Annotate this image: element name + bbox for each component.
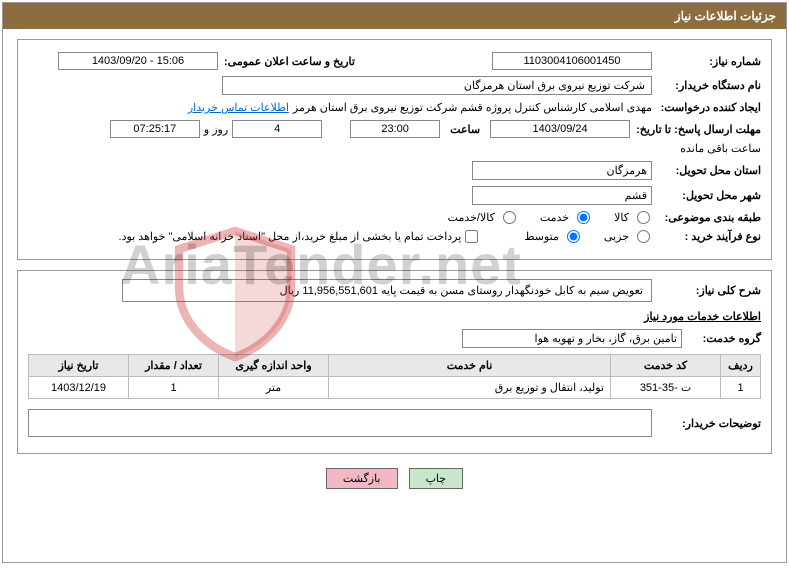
buy-type-label: نوع فرآیند خرید : (656, 230, 761, 243)
table-header-row: ردیف کد خدمت نام خدمت واحد اندازه گیری ت… (29, 355, 761, 377)
services-section-title: اطلاعات خدمات مورد نیاز (28, 310, 761, 323)
deadline-date-value: 1403/09/24 (490, 120, 630, 138)
province-value: هرمزگان (472, 161, 652, 180)
panel-header: جزئیات اطلاعات نیاز (3, 3, 786, 29)
requester-value: مهدی اسلامی کارشناس کنترل پروژه قشم شرکت… (293, 101, 652, 114)
city-value: قشم (472, 186, 652, 205)
contact-link[interactable]: اطلاعات تماس خریدار (188, 101, 289, 114)
table-row: 1 ت -35-351 تولید، انتقال و توزیع برق مت… (29, 377, 761, 399)
td-idx: 1 (721, 377, 761, 399)
cat-goods-radio[interactable] (637, 211, 650, 224)
overall-desc-box: تعویض سیم به کابل خودنگهدار روستای مسن ب… (122, 279, 652, 302)
td-code: ت -35-351 (611, 377, 721, 399)
cat-both-radio[interactable] (503, 211, 516, 224)
payment-checkbox[interactable] (465, 230, 478, 243)
service-group-label: گروه خدمت: (686, 332, 761, 345)
cat-goods-label: کالا (614, 211, 629, 224)
days-value: 4 (232, 120, 322, 138)
th-date: تاریخ نیاز (29, 355, 129, 377)
buy-partial-label: جزیی (604, 230, 629, 243)
back-button[interactable]: بازگشت (326, 468, 398, 489)
deadline-time-value: 23:00 (350, 120, 440, 138)
print-button[interactable]: چاپ (409, 468, 464, 489)
td-name: تولید، انتقال و توزیع برق (329, 377, 611, 399)
panel-title: جزئیات اطلاعات نیاز (675, 9, 776, 23)
th-name: نام خدمت (329, 355, 611, 377)
buyer-org-label: نام دستگاه خریدار: (656, 79, 761, 92)
th-unit: واحد اندازه گیری (219, 355, 329, 377)
detail-fieldset: شرح کلی نیاز: تعویض سیم به کابل خودنگهدا… (17, 270, 772, 454)
td-unit: متر (219, 377, 329, 399)
remaining-time-value: 07:25:17 (110, 120, 200, 138)
city-label: شهر محل تحویل: (656, 189, 761, 202)
overall-desc-text: تعویض سیم به کابل خودنگهدار روستای مسن ب… (280, 285, 643, 297)
need-no-label: شماره نیاز: (656, 55, 761, 68)
th-qty: تعداد / مقدار (129, 355, 219, 377)
cat-service-radio[interactable] (577, 211, 590, 224)
remaining-suffix: ساعت باقی مانده (680, 142, 761, 155)
province-label: استان محل تحویل: (656, 164, 761, 177)
announce-value: 1403/09/20 - 15:06 (58, 52, 218, 70)
th-code: کد خدمت (611, 355, 721, 377)
td-date: 1403/12/19 (29, 377, 129, 399)
cat-service-label: خدمت (540, 211, 569, 224)
th-row: ردیف (721, 355, 761, 377)
buyer-comment-box (28, 409, 652, 437)
category-label: طبقه بندی موضوعی: (656, 211, 761, 224)
buy-medium-radio[interactable] (567, 230, 580, 243)
deadline-label: مهلت ارسال پاسخ: تا تاریخ: (634, 123, 761, 136)
overall-label: شرح کلی نیاز: (656, 284, 761, 297)
buy-medium-label: متوسط (524, 230, 559, 243)
days-suffix: روز و (204, 123, 228, 136)
need-no-value: 1103004106001450 (492, 52, 652, 70)
button-row: چاپ بازگشت (17, 468, 772, 489)
cat-both-label: کالا/خدمت (448, 211, 495, 224)
time-label: ساعت (444, 123, 486, 136)
announce-label: تاریخ و ساعت اعلان عمومی: (222, 55, 355, 68)
service-group-value: تامین برق، گاز، بخار و تهویه هوا (462, 329, 682, 348)
buy-partial-radio[interactable] (637, 230, 650, 243)
buyer-comment-label: توضیحات خریدار: (656, 417, 761, 430)
services-table: ردیف کد خدمت نام خدمت واحد اندازه گیری ت… (28, 354, 761, 399)
requester-label: ایجاد کننده درخواست: (656, 101, 761, 114)
buyer-org-value: شرکت توزیع نیروی برق استان هرمزگان (222, 76, 652, 95)
payment-note: پرداخت تمام یا بخشی از مبلغ خرید،از محل … (119, 230, 462, 243)
info-fieldset: شماره نیاز: 1103004106001450 تاریخ و ساع… (17, 39, 772, 260)
td-qty: 1 (129, 377, 219, 399)
